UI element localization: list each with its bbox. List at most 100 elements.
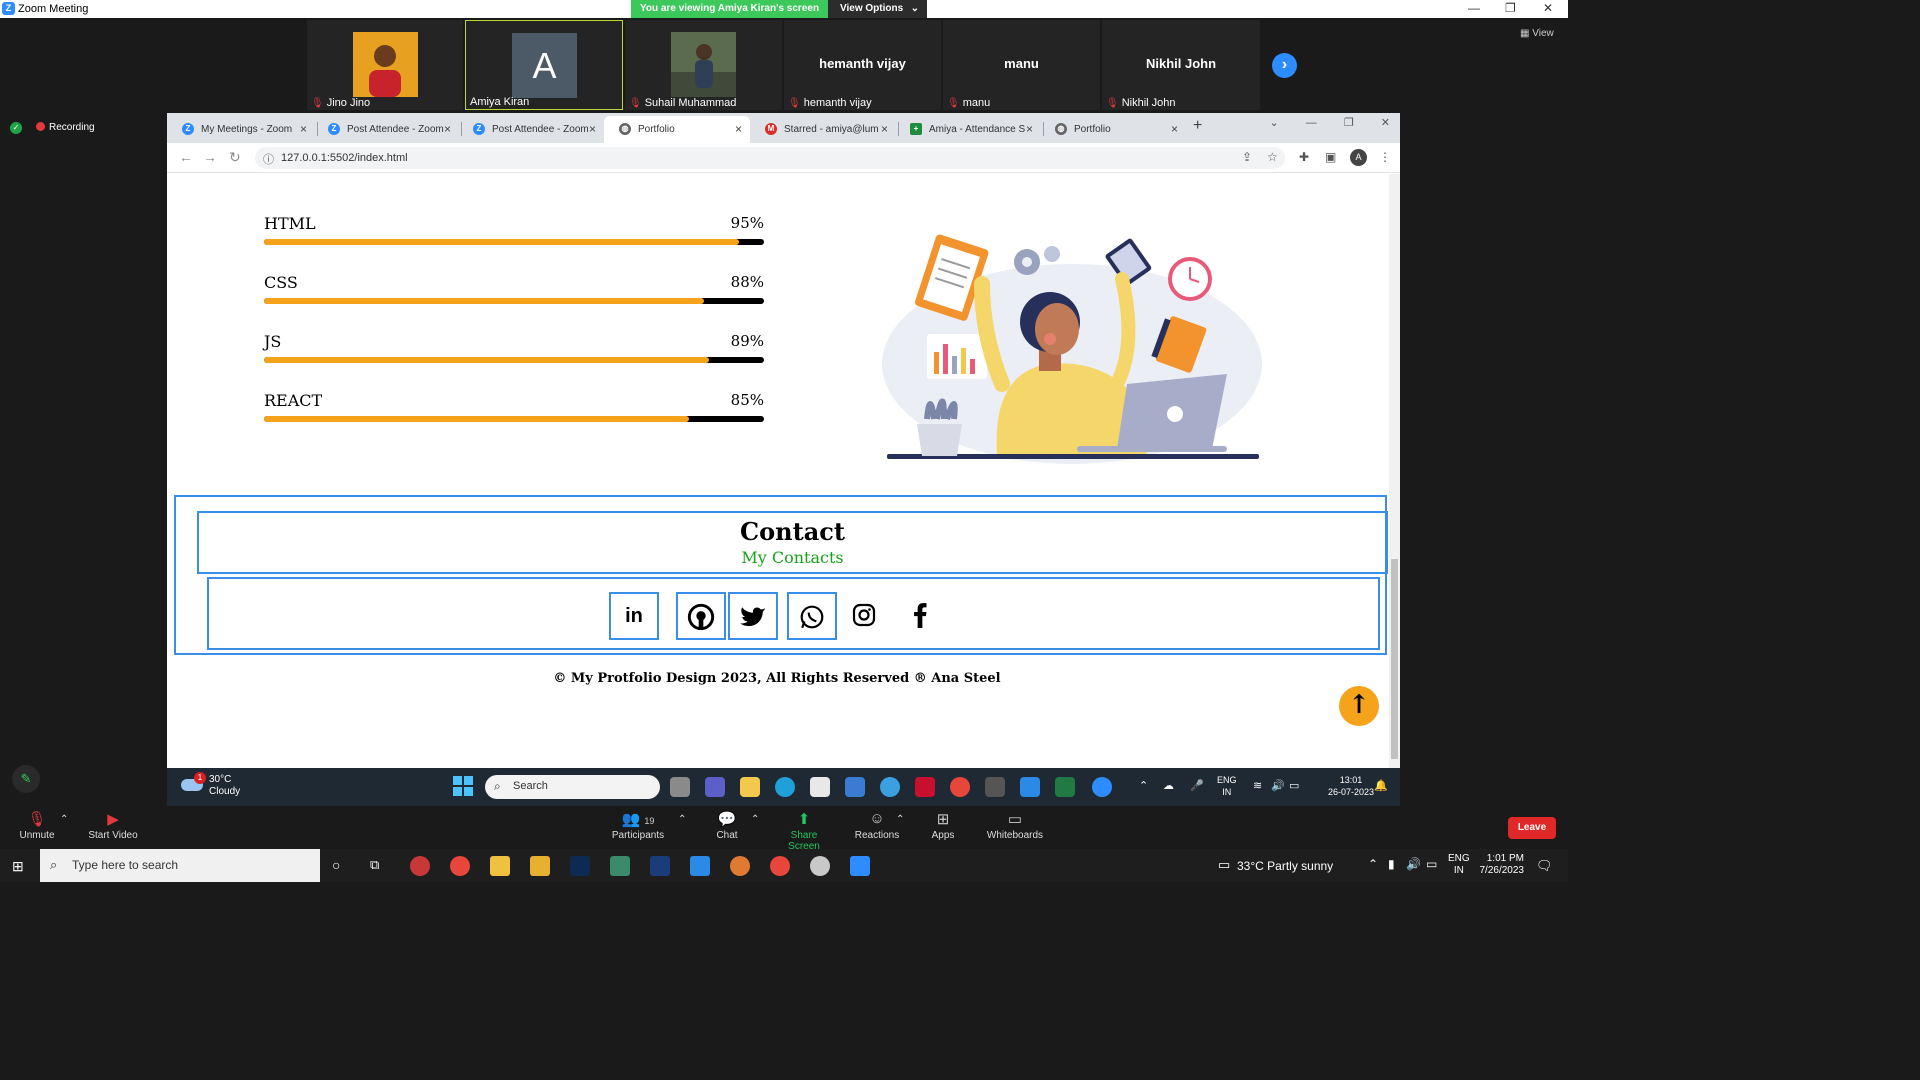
folder-icon[interactable] (530, 856, 550, 876)
forward-icon[interactable]: → (203, 149, 217, 165)
language-indicator[interactable]: ENG IN (1217, 774, 1237, 798)
share-screen-button[interactable]: ⬆ Share Screen (774, 810, 834, 852)
browser-tab[interactable]: ◍ Portfolio × (1040, 116, 1186, 143)
task-view-icon[interactable] (670, 777, 690, 797)
battery-icon[interactable]: ▭ (1289, 779, 1299, 792)
participant-tile[interactable]: hemanth vijay 🎙 hemanth vijay (784, 20, 941, 110)
photoshop-icon[interactable] (650, 856, 670, 876)
instagram-icon[interactable] (839, 592, 889, 640)
microphone-app-icon[interactable] (730, 856, 750, 876)
photos-icon[interactable] (610, 856, 630, 876)
volume-icon[interactable]: 🔊 (1406, 857, 1421, 871)
app-icon[interactable] (410, 856, 430, 876)
info-icon[interactable]: ⓘ (263, 151, 274, 167)
sidepanel-icon[interactable]: ▣ (1325, 150, 1336, 164)
new-tab-button[interactable]: + (1193, 117, 1202, 135)
teams-icon[interactable] (705, 777, 725, 797)
participant-tile[interactable]: manu 🎙 manu (943, 20, 1100, 110)
volume-icon[interactable]: 🔊 (1271, 779, 1285, 792)
next-participants-button[interactable]: › (1272, 53, 1297, 78)
whiteboards-button[interactable]: ▭ Whiteboards (985, 810, 1045, 841)
menu-icon[interactable]: ⋮ (1379, 150, 1391, 164)
weather-icon[interactable]: ▭ (1218, 857, 1230, 873)
windows-start-icon[interactable]: ⊞ (12, 858, 24, 875)
back-icon[interactable]: ← (179, 149, 193, 165)
reactions-button[interactable]: ☺ Reactions (853, 810, 901, 841)
minimize-icon[interactable]: — (1468, 1, 1480, 15)
annotate-pencil-icon[interactable]: ✎ (12, 765, 40, 793)
star-icon[interactable]: ☆ (1267, 150, 1278, 164)
participant-tile[interactable]: 🎙 Jino Jino (307, 20, 463, 110)
chrome-icon[interactable] (450, 856, 470, 876)
participant-tile[interactable]: A Amiya Kiran (465, 20, 623, 110)
zoom-app-icon[interactable] (1092, 777, 1112, 797)
notification-icon[interactable]: 🗨 (1536, 858, 1553, 874)
participant-tile[interactable]: 🎙 Suhail Muhammad (625, 20, 782, 110)
photoshop-icon[interactable] (570, 856, 590, 876)
shield-icon[interactable]: ✓ (10, 122, 22, 134)
store-icon[interactable] (810, 777, 830, 797)
battery-icon[interactable]: ▮ (1388, 857, 1395, 871)
close-icon[interactable]: × (881, 122, 888, 136)
twitter-icon[interactable] (728, 592, 778, 640)
notes-icon[interactable] (490, 856, 510, 876)
apps-button[interactable]: ⊞ Apps (928, 810, 958, 841)
network-icon[interactable]: ▭ (1426, 857, 1437, 871)
close-icon[interactable]: × (1026, 122, 1033, 136)
extensions-icon[interactable]: ✚ (1299, 150, 1309, 164)
participants-button[interactable]: 👥 19 Participants (607, 810, 669, 841)
mic-icon[interactable]: 🎤 (1190, 779, 1204, 792)
unmute-button[interactable]: 🎙 Unmute (14, 810, 60, 841)
close-icon[interactable]: × (1171, 122, 1178, 136)
clock[interactable]: 1:01 PM 7/26/2023 (1474, 853, 1525, 877)
cortana-icon[interactable]: ○ (332, 857, 340, 873)
reload-icon[interactable]: ↻ (229, 149, 241, 166)
mysql-icon[interactable] (845, 777, 865, 797)
zoom-app-icon[interactable] (850, 856, 870, 876)
browser-tab[interactable]: + Amiya - Attendance S × (895, 116, 1041, 143)
mouse-icon[interactable] (810, 856, 830, 876)
window-controls[interactable]: ⌄ — ❐ ✕ (1270, 116, 1390, 129)
chat-button[interactable]: 💬 Chat (712, 810, 742, 841)
chevron-up-icon[interactable]: ⌃ (60, 814, 68, 825)
close-icon[interactable]: × (589, 122, 596, 136)
notification-icon[interactable]: 🔔 (1374, 779, 1388, 792)
chrome-icon[interactable] (950, 777, 970, 797)
leave-button[interactable]: Leave (1508, 817, 1556, 839)
scrollbar-thumb[interactable] (1391, 559, 1398, 759)
close-icon[interactable]: ✕ (1543, 1, 1553, 15)
url-input[interactable]: ⓘ 127.0.0.1:5502/index.html (255, 147, 1285, 169)
taskbar-search-input[interactable]: ⌕ Type here to search (40, 849, 320, 882)
restore-icon[interactable]: ❐ (1505, 1, 1516, 15)
terminal-icon[interactable] (985, 777, 1005, 797)
browser-tab[interactable]: M Starred - amiya@lum × (750, 116, 896, 143)
browser-tab[interactable]: Z Post Attendee - Zoom × (458, 116, 604, 143)
share-icon[interactable]: ⇪ (1242, 150, 1252, 164)
page-scrollbar[interactable] (1389, 174, 1400, 768)
close-icon[interactable]: × (735, 122, 742, 136)
wifi-icon[interactable]: ≋ (1253, 779, 1262, 792)
chrome-icon[interactable] (770, 856, 790, 876)
weather-app-icon[interactable] (880, 777, 900, 797)
close-icon[interactable]: × (300, 122, 307, 136)
taskbar-weather[interactable]: 33°C Partly sunny (1237, 859, 1333, 873)
clock[interactable]: 13:01 26-07-2023 (1328, 774, 1374, 798)
close-icon[interactable]: × (444, 122, 451, 136)
linkedin-icon[interactable]: in (609, 592, 659, 640)
browser-tab-active[interactable]: ◍ Portfolio × (604, 116, 750, 143)
browser-tab[interactable]: Z Post Attendee - Zoom × (313, 116, 459, 143)
chevron-up-icon[interactable]: ⌃ (678, 814, 686, 825)
chevron-up-icon[interactable]: ⌃ (896, 814, 904, 825)
folder-icon[interactable] (740, 777, 760, 797)
windows-start-icon[interactable] (453, 776, 473, 796)
recording-indicator[interactable]: Recording (36, 122, 95, 133)
github-icon[interactable] (676, 592, 726, 640)
facebook-icon[interactable] (895, 592, 945, 640)
excel-icon[interactable] (1055, 777, 1075, 797)
weather-widget[interactable]: 30°C Cloudy (181, 774, 240, 798)
view-button[interactable]: ▦ View (1520, 28, 1554, 39)
edge-icon[interactable] (775, 777, 795, 797)
mcafee-icon[interactable] (915, 777, 935, 797)
chevron-up-icon[interactable]: ⌃ (751, 814, 759, 825)
start-video-button[interactable]: ▶ Start Video (84, 810, 142, 841)
